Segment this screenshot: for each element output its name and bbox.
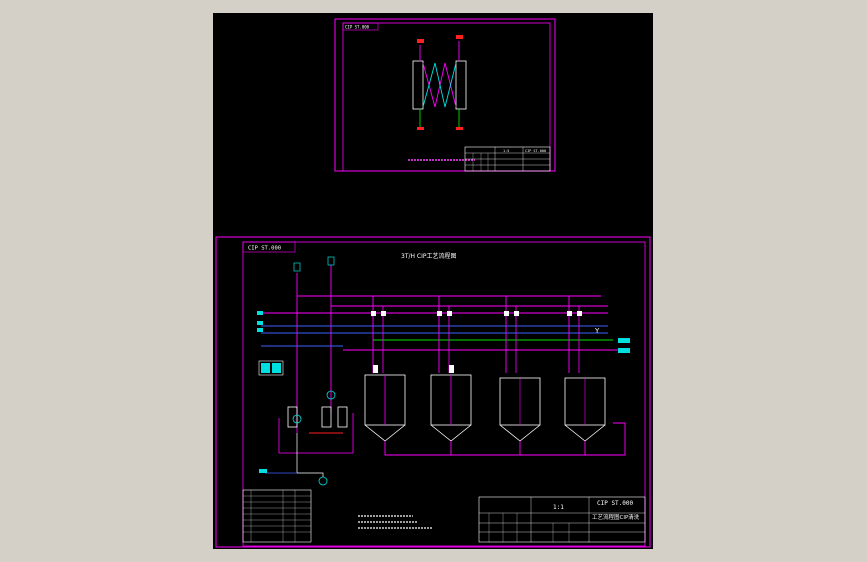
exchanger-flange-tl	[417, 39, 424, 43]
inlet-marker-2	[257, 321, 263, 325]
tank-4	[564, 377, 606, 442]
exchanger-plate-left	[412, 60, 424, 110]
left-riser-2-cap	[327, 256, 335, 266]
drawing-sheet: CIP ST.000 1:5 CIP ST.000 CIP ST.000 3T/…	[213, 13, 653, 549]
notes	[358, 515, 433, 529]
y-fitting-symbol: Y	[594, 327, 600, 335]
outlet-marker-1	[618, 338, 630, 343]
top-drawing-no: CIP ST.000	[525, 149, 546, 153]
exchanger-flange-tr	[456, 35, 463, 39]
top-tag: CIP ST.000	[345, 25, 370, 30]
main-drawing: CIP ST.000 3T/H CIP工艺流程图 Y 1:1 CIP ST.00…	[215, 236, 651, 548]
exchanger-flange-bl	[417, 127, 424, 130]
main-scale: 1:1	[553, 504, 564, 511]
tank-2	[430, 365, 472, 442]
top-drawing: CIP ST.000 1:5 CIP ST.000	[334, 18, 556, 172]
exchanger-zigzag-cyan	[422, 62, 457, 108]
exchanger-flange-br	[456, 127, 463, 130]
inlet-marker-3	[257, 328, 263, 332]
parts-list	[242, 489, 312, 543]
main-drawing-name: 工艺流程图CIP清洗	[592, 513, 640, 521]
main-drawing-no: CIP ST.000	[597, 500, 634, 507]
left-riser-1-cap	[293, 262, 301, 272]
cip-skid	[258, 360, 354, 486]
tank-3	[499, 377, 541, 442]
header-valves	[371, 311, 582, 316]
inlet-marker-1	[257, 311, 263, 315]
bottom-return-loop	[384, 422, 626, 456]
main-tag: CIP ST.000	[248, 246, 281, 252]
exchanger-zigzag-magenta	[422, 62, 457, 108]
exchanger-plate-right	[455, 60, 467, 110]
main-title: 3T/H CIP工艺流程图	[401, 252, 457, 260]
top-inner-frame	[342, 22, 551, 172]
tank-drop-pipes	[372, 296, 580, 373]
outlet-marker-2	[618, 348, 630, 353]
top-outer-frame	[334, 18, 556, 172]
tank-1	[364, 365, 406, 442]
top-scale: 1:5	[503, 149, 509, 153]
